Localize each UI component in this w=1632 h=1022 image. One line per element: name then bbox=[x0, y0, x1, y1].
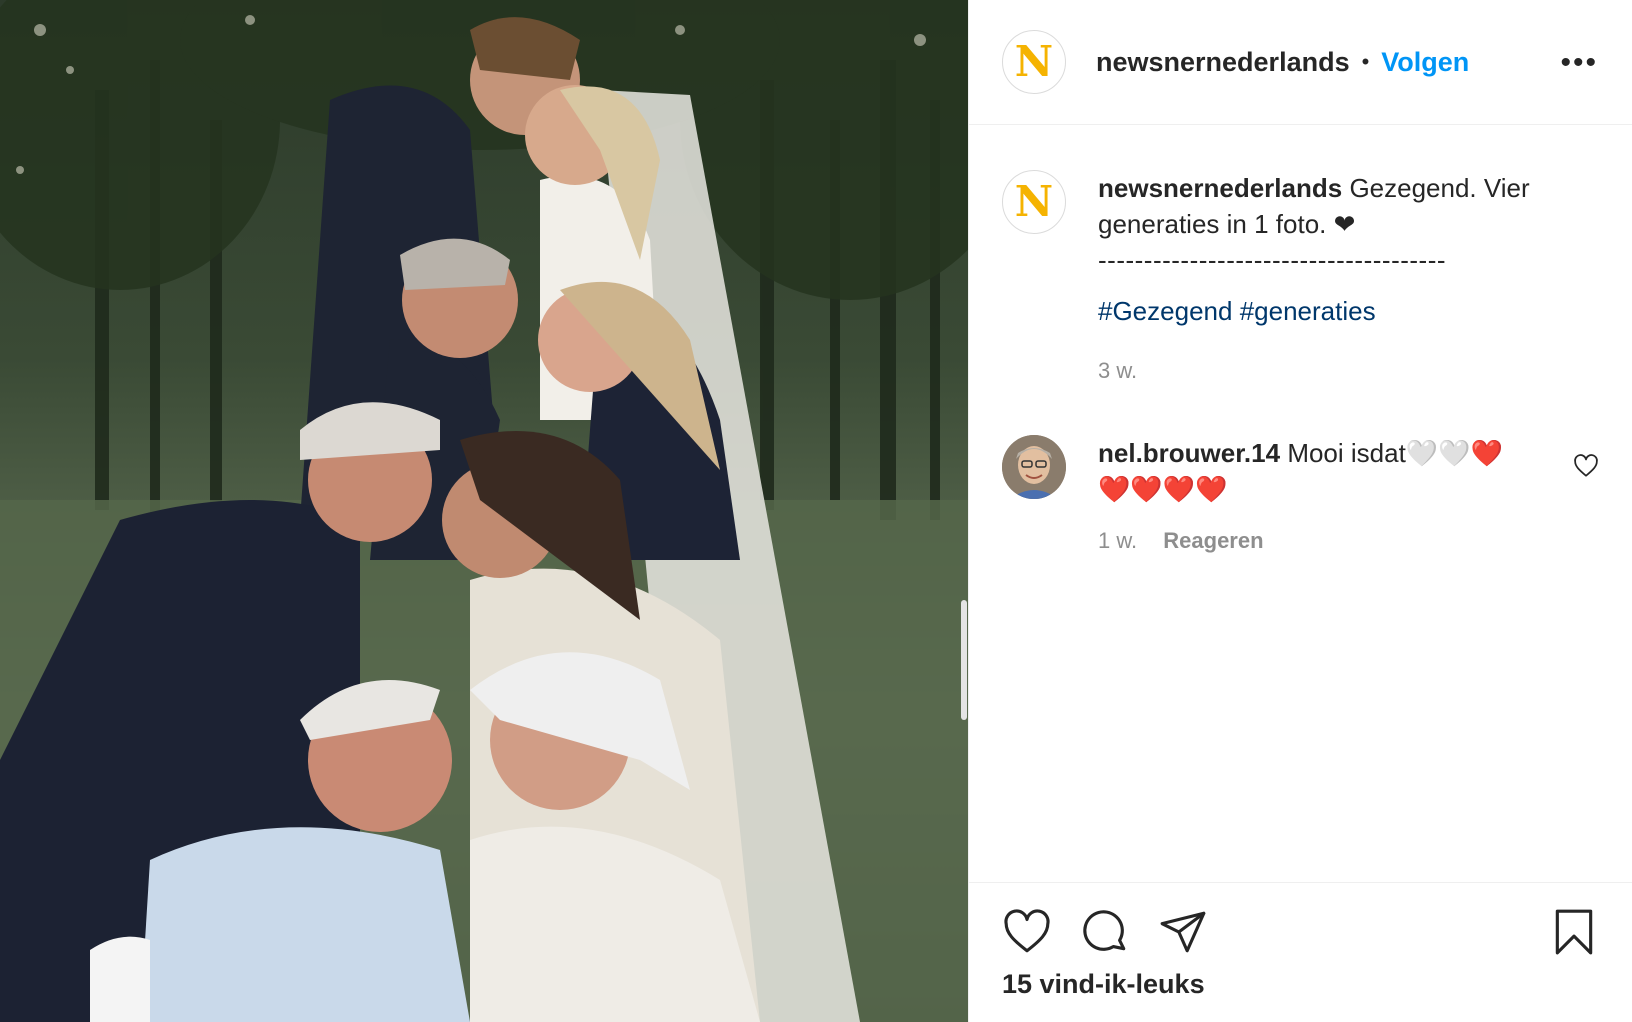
comment-time[interactable]: 1 w. bbox=[1098, 528, 1137, 553]
heart-icon[interactable] bbox=[1002, 907, 1052, 957]
post-photo[interactable] bbox=[0, 0, 968, 1022]
action-bar bbox=[1002, 907, 1599, 957]
caption-time[interactable]: 3 w. bbox=[1098, 353, 1578, 389]
caption-logo-letter: N bbox=[1014, 177, 1054, 226]
commenter-username[interactable]: nel.brouwer.14 bbox=[1098, 438, 1280, 468]
caption-divider: -------------------------------------- bbox=[1098, 245, 1447, 275]
post-header: N newsnernederlands • Volgen ••• bbox=[969, 0, 1632, 125]
header-username[interactable]: newsnernederlands bbox=[1096, 47, 1350, 78]
hashtag-generaties[interactable]: #generaties bbox=[1240, 296, 1376, 326]
wedding-photo-illustration bbox=[0, 0, 968, 1022]
comment-icon[interactable] bbox=[1080, 907, 1130, 957]
caption-username[interactable]: newsnernederlands bbox=[1098, 173, 1342, 203]
caption-avatar[interactable]: N bbox=[1002, 170, 1066, 234]
caption: N newsnernederlands Gezegend. Vier gener… bbox=[1002, 170, 1599, 389]
comments-section: N newsnernederlands Gezegend. Vier gener… bbox=[969, 125, 1632, 882]
caption-body: newsnernederlands Gezegend. Vier generat… bbox=[1098, 170, 1578, 389]
share-icon[interactable] bbox=[1158, 907, 1208, 957]
scrollbar-thumb[interactable] bbox=[961, 600, 967, 720]
reply-button[interactable]: Reageren bbox=[1163, 528, 1263, 553]
commenter-avatar[interactable] bbox=[1002, 435, 1066, 499]
commenter-photo bbox=[1002, 435, 1066, 499]
post-sidebar: N newsnernederlands • Volgen ••• N newsn… bbox=[968, 0, 1632, 1022]
likes-count[interactable]: 15 vind-ik-leuks bbox=[1002, 969, 1599, 1000]
follow-button[interactable]: Volgen bbox=[1381, 47, 1469, 78]
bookmark-icon[interactable] bbox=[1549, 907, 1599, 957]
hashtag-gezegend[interactable]: #Gezegend bbox=[1098, 296, 1232, 326]
more-horizontal-icon[interactable]: ••• bbox=[1560, 48, 1598, 78]
logo-letter: N bbox=[1014, 37, 1054, 86]
comment-heart-icon[interactable] bbox=[1573, 453, 1599, 479]
comment-meta: 1 w. Reageren bbox=[1098, 523, 1528, 559]
comment-item: nel.brouwer.14 Mooi isdat🤍🤍❤️ ❤️❤️❤️❤️ 1… bbox=[1002, 435, 1599, 559]
post-actions-area: 15 vind-ik-leuks bbox=[969, 882, 1632, 1022]
instagram-post: N newsnernederlands • Volgen ••• N newsn… bbox=[0, 0, 1632, 1022]
profile-avatar[interactable]: N bbox=[1002, 30, 1066, 94]
caption-hashtags: #Gezegend #generaties bbox=[1098, 293, 1578, 329]
separator-dot: • bbox=[1361, 49, 1370, 74]
comment-body: nel.brouwer.14 Mooi isdat🤍🤍❤️ ❤️❤️❤️❤️ 1… bbox=[1098, 435, 1528, 559]
